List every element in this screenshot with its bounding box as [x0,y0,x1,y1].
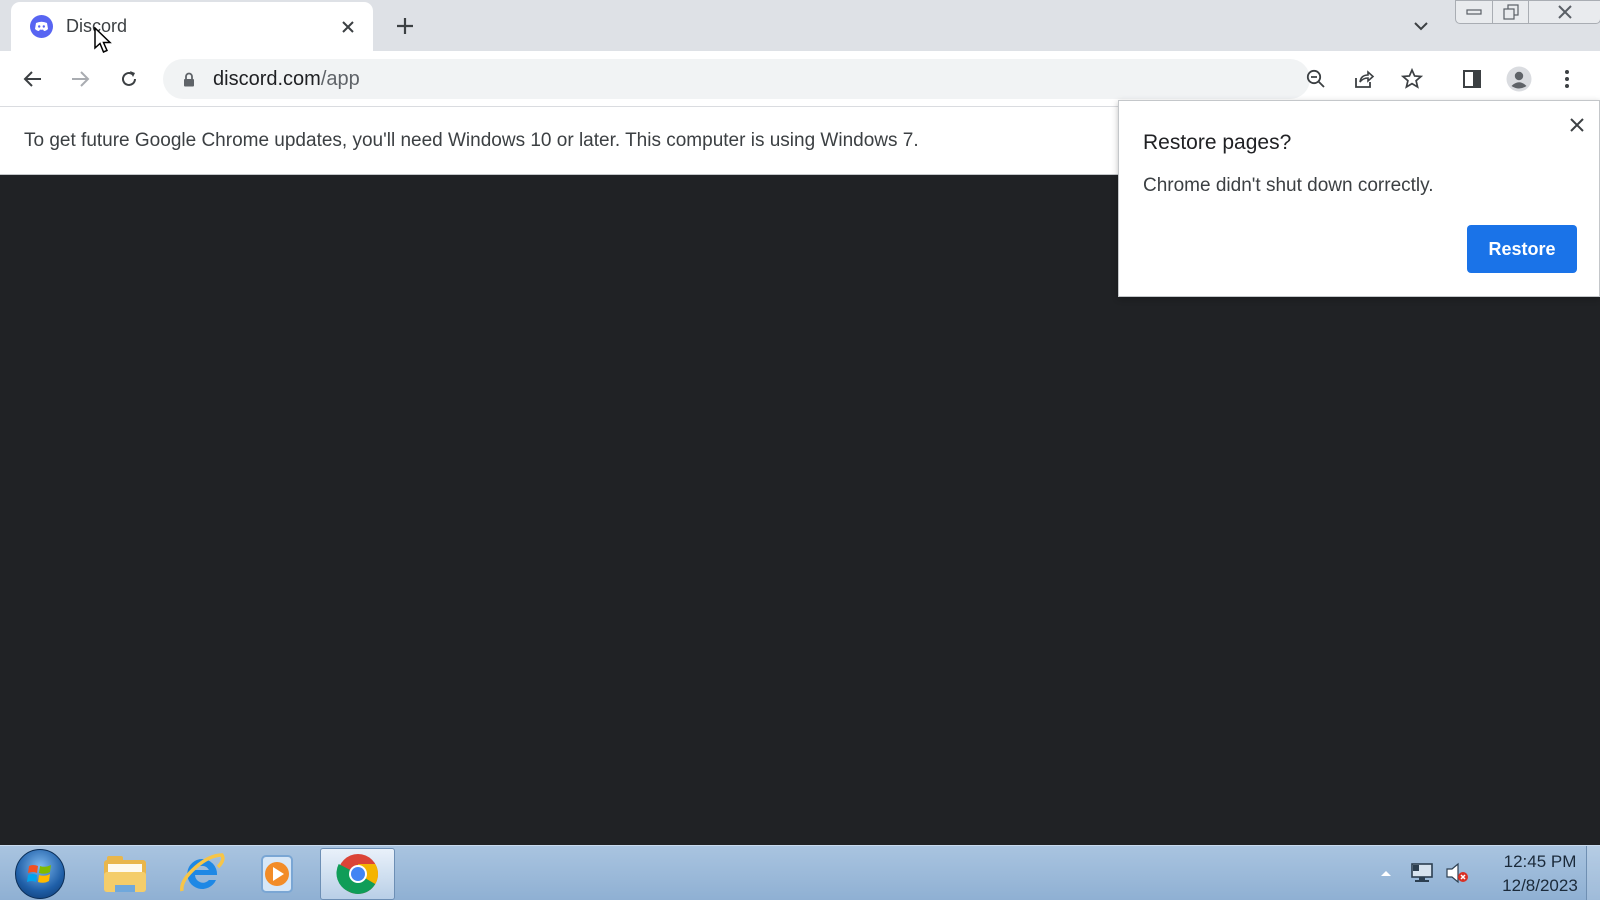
new-tab-plus-icon[interactable] [392,13,418,39]
browser-toolbar: discord.com/app [0,51,1600,106]
start-button[interactable] [12,849,68,899]
windows-logo-icon [15,849,65,899]
google-chrome-icon[interactable] [320,848,395,900]
restore-window-icon[interactable] [1493,0,1529,24]
side-panel-icon[interactable] [1458,65,1486,93]
clock-date: 12/8/2023 [1502,876,1578,895]
bubble-title: Restore pages? [1143,131,1292,154]
internet-explorer-icon[interactable] [168,848,236,900]
restore-button[interactable]: Restore [1467,225,1577,273]
minimize-icon[interactable] [1455,0,1493,24]
infobar-message: To get future Google Chrome updates, you… [24,130,919,151]
system-tray: 12:45 PM 12/8/2023 [1365,846,1600,900]
kebab-menu-icon[interactable] [1553,65,1581,93]
mouse-cursor-icon [94,27,112,53]
bubble-message: Chrome didn't shut down correctly. [1143,175,1434,196]
address-bar[interactable]: discord.com/app [163,59,1423,99]
volume-muted-icon[interactable] [1445,861,1469,885]
url-path: /app [320,68,360,90]
share-icon[interactable] [1350,65,1378,93]
restore-pages-bubble: Restore pages? Chrome didn't shut down c… [1118,100,1600,297]
tab-strip: Discord [0,0,1600,51]
show-desktop-button[interactable] [1586,846,1600,900]
clock-time: 12:45 PM [1503,852,1577,871]
windows-explorer-folder-icon[interactable] [91,848,159,900]
close-window-icon[interactable] [1529,0,1600,24]
network-icon[interactable] [1410,861,1434,885]
discord-icon [30,15,53,38]
window-controls [1455,0,1600,25]
tab-discord[interactable]: Discord [11,2,373,51]
back-arrow-icon[interactable] [19,65,47,93]
forward-arrow-icon[interactable] [66,65,94,93]
profile-icon[interactable] [1505,65,1533,93]
show-hidden-icons-icon[interactable] [1374,861,1398,885]
zoom-out-icon[interactable] [1302,65,1330,93]
clock[interactable]: 12:45 PM 12/8/2023 [1490,850,1590,898]
reload-icon[interactable] [115,65,143,93]
screen: Discord discord.com/app To get future Go… [0,0,1600,900]
star-icon[interactable] [1398,65,1426,93]
url-text[interactable]: discord.com/app [213,68,360,91]
windows-media-player-icon[interactable] [244,848,312,900]
taskbar: 12:45 PM 12/8/2023 [0,845,1600,900]
tab-close-icon[interactable] [336,15,360,39]
tab-search-chevron-icon[interactable] [1409,14,1433,38]
url-host: discord.com [213,68,321,90]
lock-icon[interactable] [180,70,198,88]
close-icon[interactable] [1565,113,1589,137]
